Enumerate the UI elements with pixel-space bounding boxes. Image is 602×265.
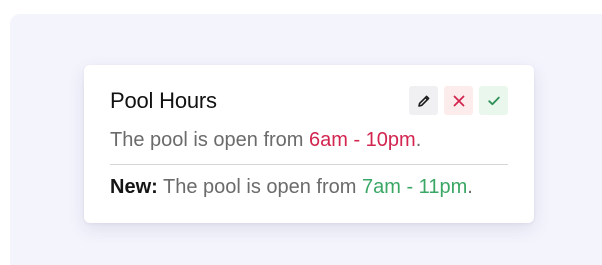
card-actions (409, 86, 508, 115)
new-label: New: (110, 176, 158, 198)
reject-button[interactable] (444, 86, 473, 115)
suggestion-card: Pool Hours The pool is open from 6am - 1… (84, 65, 534, 223)
proposed-hours-text: New: The pool is open from 7am - 11pm. (110, 176, 473, 199)
proposed-time: 7am - 11pm (362, 176, 468, 198)
proposed-suffix: . (467, 176, 473, 198)
proposed-prefix: The pool is open from (157, 176, 362, 198)
approve-button[interactable] (479, 86, 508, 115)
edit-button[interactable] (409, 86, 438, 115)
current-suffix: . (415, 129, 422, 151)
current-prefix: The pool is open from (110, 129, 309, 151)
divider (110, 164, 508, 165)
check-icon (487, 96, 500, 106)
close-icon (453, 95, 465, 107)
pencil-icon (417, 94, 431, 108)
current-time: 6am - 10pm (309, 129, 416, 151)
card-title: Pool Hours (110, 88, 217, 113)
current-hours-text: The pool is open from 6am - 10pm. (110, 129, 421, 152)
